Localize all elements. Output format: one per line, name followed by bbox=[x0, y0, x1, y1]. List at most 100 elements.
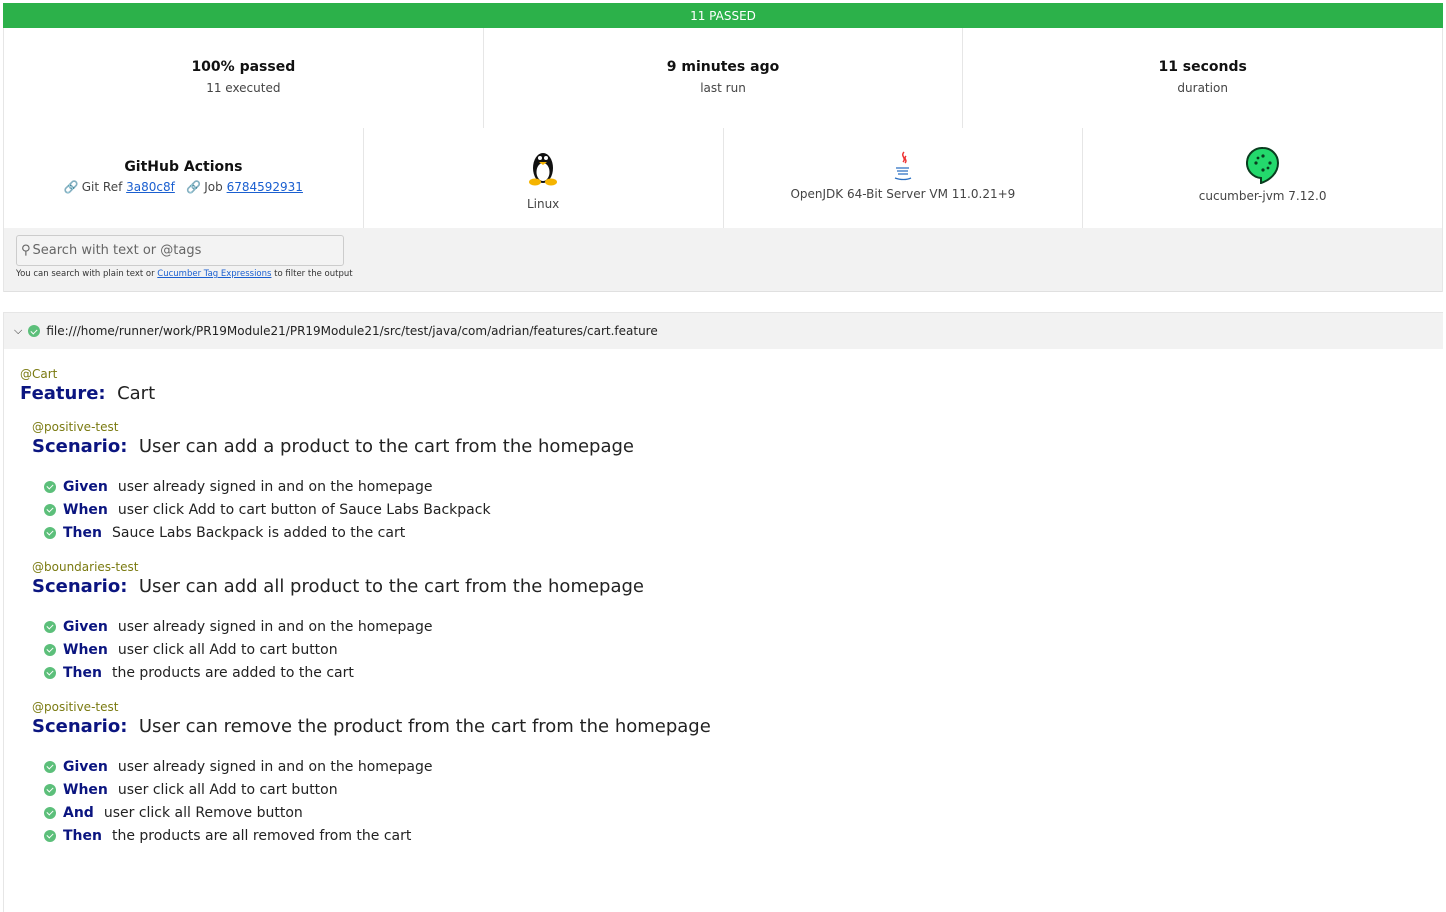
cucumber-icon bbox=[1245, 146, 1279, 185]
search-panel: ⚲ Search with text or @tags You can searc… bbox=[4, 228, 1442, 292]
step-keyword: Then bbox=[63, 827, 102, 844]
chevron-down-icon[interactable]: ⌵ bbox=[14, 324, 22, 338]
step-text: the products are added to the cart bbox=[111, 664, 354, 681]
stat-value: 100% passed bbox=[191, 59, 296, 75]
passed-icon bbox=[44, 666, 56, 679]
stat-label: duration bbox=[1177, 81, 1228, 95]
ci-info: GitHub Actions 🔗 Git Ref 3a80c8f 🔗 Job 678… bbox=[4, 128, 364, 228]
scenario-name: User can add a product to the cart from … bbox=[138, 436, 635, 457]
scenario-keyword: Scenario: bbox=[32, 716, 128, 737]
step-keyword: Then bbox=[63, 524, 102, 541]
passed-icon bbox=[44, 480, 56, 493]
feature-panel: ⌵ file:///home/runner/work/PR19Module21/… bbox=[3, 312, 1443, 912]
step: Then the products are all removed from th… bbox=[32, 824, 1427, 847]
scenario-name: User can add all product to the cart fro… bbox=[138, 576, 645, 597]
java-icon bbox=[894, 151, 912, 181]
step-keyword: Given bbox=[63, 758, 108, 775]
os-name: Linux bbox=[526, 197, 560, 211]
passed-icon bbox=[44, 620, 56, 633]
passed-icon bbox=[44, 783, 56, 796]
scenario: @positive-test Scenario: User can remove… bbox=[20, 700, 1427, 847]
step: Then Sauce Labs Backpack is added to the … bbox=[32, 521, 1427, 544]
job-label: Job bbox=[204, 180, 223, 194]
scenario-tag: @positive-test bbox=[32, 420, 119, 434]
step-text: the products are all removed from the ca… bbox=[111, 827, 412, 844]
step-text: user click all Add to cart button bbox=[117, 641, 338, 658]
scenario-keyword: Scenario: bbox=[32, 576, 128, 597]
hint-text: You can search with plain text or bbox=[16, 269, 155, 279]
implementation-info: cucumber-jvm 7.12.0 bbox=[1083, 128, 1442, 228]
passed-icon bbox=[44, 526, 56, 539]
passed-icon bbox=[44, 829, 56, 842]
stat-label: last run bbox=[700, 81, 746, 95]
stat-last-run: 9 minutes ago last run bbox=[484, 28, 964, 128]
scenario-title: Scenario: User can add all product to th… bbox=[32, 576, 1427, 597]
stat-passed: 100% passed 11 executed bbox=[4, 28, 484, 128]
step-text: user already signed in and on the homepa… bbox=[117, 758, 433, 775]
scenario: @positive-test Scenario: User can add a … bbox=[20, 420, 1427, 544]
step: And user click all Remove button bbox=[32, 801, 1427, 824]
step: When user click Add to cart button of Sau… bbox=[32, 498, 1427, 521]
passed-icon bbox=[44, 760, 56, 773]
feature-keyword: Feature: bbox=[20, 383, 106, 404]
link-icon: 🔗 bbox=[63, 180, 79, 194]
step-text: user click Add to cart button of Sauce L… bbox=[117, 501, 491, 518]
linux-tux-icon bbox=[529, 153, 558, 186]
step-text: user already signed in and on the homepa… bbox=[117, 478, 433, 495]
git-ref-link[interactable]: 3a80c8f bbox=[126, 180, 175, 194]
implementation-name: cucumber-jvm 7.12.0 bbox=[1198, 189, 1327, 203]
runtime-info: OpenJDK 64-Bit Server VM 11.0.21+9 bbox=[724, 128, 1084, 228]
passed-icon bbox=[44, 503, 56, 516]
status-banner: 11 PASSED bbox=[3, 3, 1443, 28]
feature-name: Cart bbox=[117, 383, 156, 404]
scenario-title: Scenario: User can add a product to the … bbox=[32, 436, 1427, 457]
step-text: user already signed in and on the homepa… bbox=[117, 618, 433, 635]
step: Given user already signed in and on the h… bbox=[32, 615, 1427, 638]
step-text: user click all Remove button bbox=[103, 804, 303, 821]
scenario: @boundaries-test Scenario: User can add … bbox=[20, 560, 1427, 684]
step: Given user already signed in and on the h… bbox=[32, 755, 1427, 778]
summary-panel: 100% passed 11 executed 9 minutes ago last… bbox=[3, 28, 1443, 292]
search-icon: ⚲ bbox=[21, 243, 31, 258]
ci-name: GitHub Actions bbox=[124, 159, 243, 175]
os-info: Linux bbox=[364, 128, 724, 228]
job-link[interactable]: 6784592931 bbox=[227, 180, 303, 194]
stat-value: 11 seconds bbox=[1158, 59, 1247, 75]
hint-text: to filter the output bbox=[274, 269, 353, 279]
search-placeholder: Search with text or @tags bbox=[32, 243, 202, 258]
passed-icon bbox=[44, 643, 56, 656]
runtime-name: OpenJDK 64-Bit Server VM 11.0.21+9 bbox=[790, 187, 1016, 201]
stat-value: 9 minutes ago bbox=[666, 59, 780, 75]
scenario-title: Scenario: User can remove the product fr… bbox=[32, 716, 1427, 737]
step-keyword: Given bbox=[63, 618, 108, 635]
step-text: Sauce Labs Backpack is added to the cart bbox=[111, 524, 406, 541]
link-icon: 🔗 bbox=[186, 180, 202, 194]
step-keyword: Given bbox=[63, 478, 108, 495]
feature-title: Feature: Cart bbox=[20, 383, 1427, 404]
scenario-keyword: Scenario: bbox=[32, 436, 128, 457]
tag-expressions-link[interactable]: Cucumber Tag Expressions bbox=[157, 269, 271, 279]
search-hint: You can search with plain text or Cucumb… bbox=[16, 269, 1430, 279]
step-keyword: Then bbox=[63, 664, 102, 681]
search-input[interactable]: ⚲ Search with text or @tags bbox=[16, 235, 344, 266]
step-keyword: When bbox=[63, 641, 108, 658]
step: When user click all Add to cart button bbox=[32, 638, 1427, 661]
step-keyword: When bbox=[63, 501, 108, 518]
passed-icon bbox=[28, 325, 41, 337]
step-keyword: When bbox=[63, 781, 108, 798]
stat-label: 11 executed bbox=[206, 81, 281, 95]
step: Then the products are added to the cart bbox=[32, 661, 1427, 684]
feature-header[interactable]: ⌵ file:///home/runner/work/PR19Module21/… bbox=[4, 313, 1443, 349]
step-text: user click all Add to cart button bbox=[117, 781, 338, 798]
scenario-name: User can remove the product from the car… bbox=[138, 716, 711, 737]
scenario-tag: @positive-test bbox=[32, 700, 119, 714]
step: When user click all Add to cart button bbox=[32, 778, 1427, 801]
git-ref-label: Git Ref bbox=[81, 180, 123, 194]
feature-tag: @Cart bbox=[20, 367, 58, 381]
stat-duration: 11 seconds duration bbox=[963, 28, 1442, 128]
scenario-tag: @boundaries-test bbox=[32, 560, 139, 574]
passed-icon bbox=[44, 806, 56, 819]
step: Given user already signed in and on the h… bbox=[32, 475, 1427, 498]
feature-path: file:///home/runner/work/PR19Module21/PR… bbox=[46, 324, 658, 338]
step-keyword: And bbox=[63, 804, 94, 821]
